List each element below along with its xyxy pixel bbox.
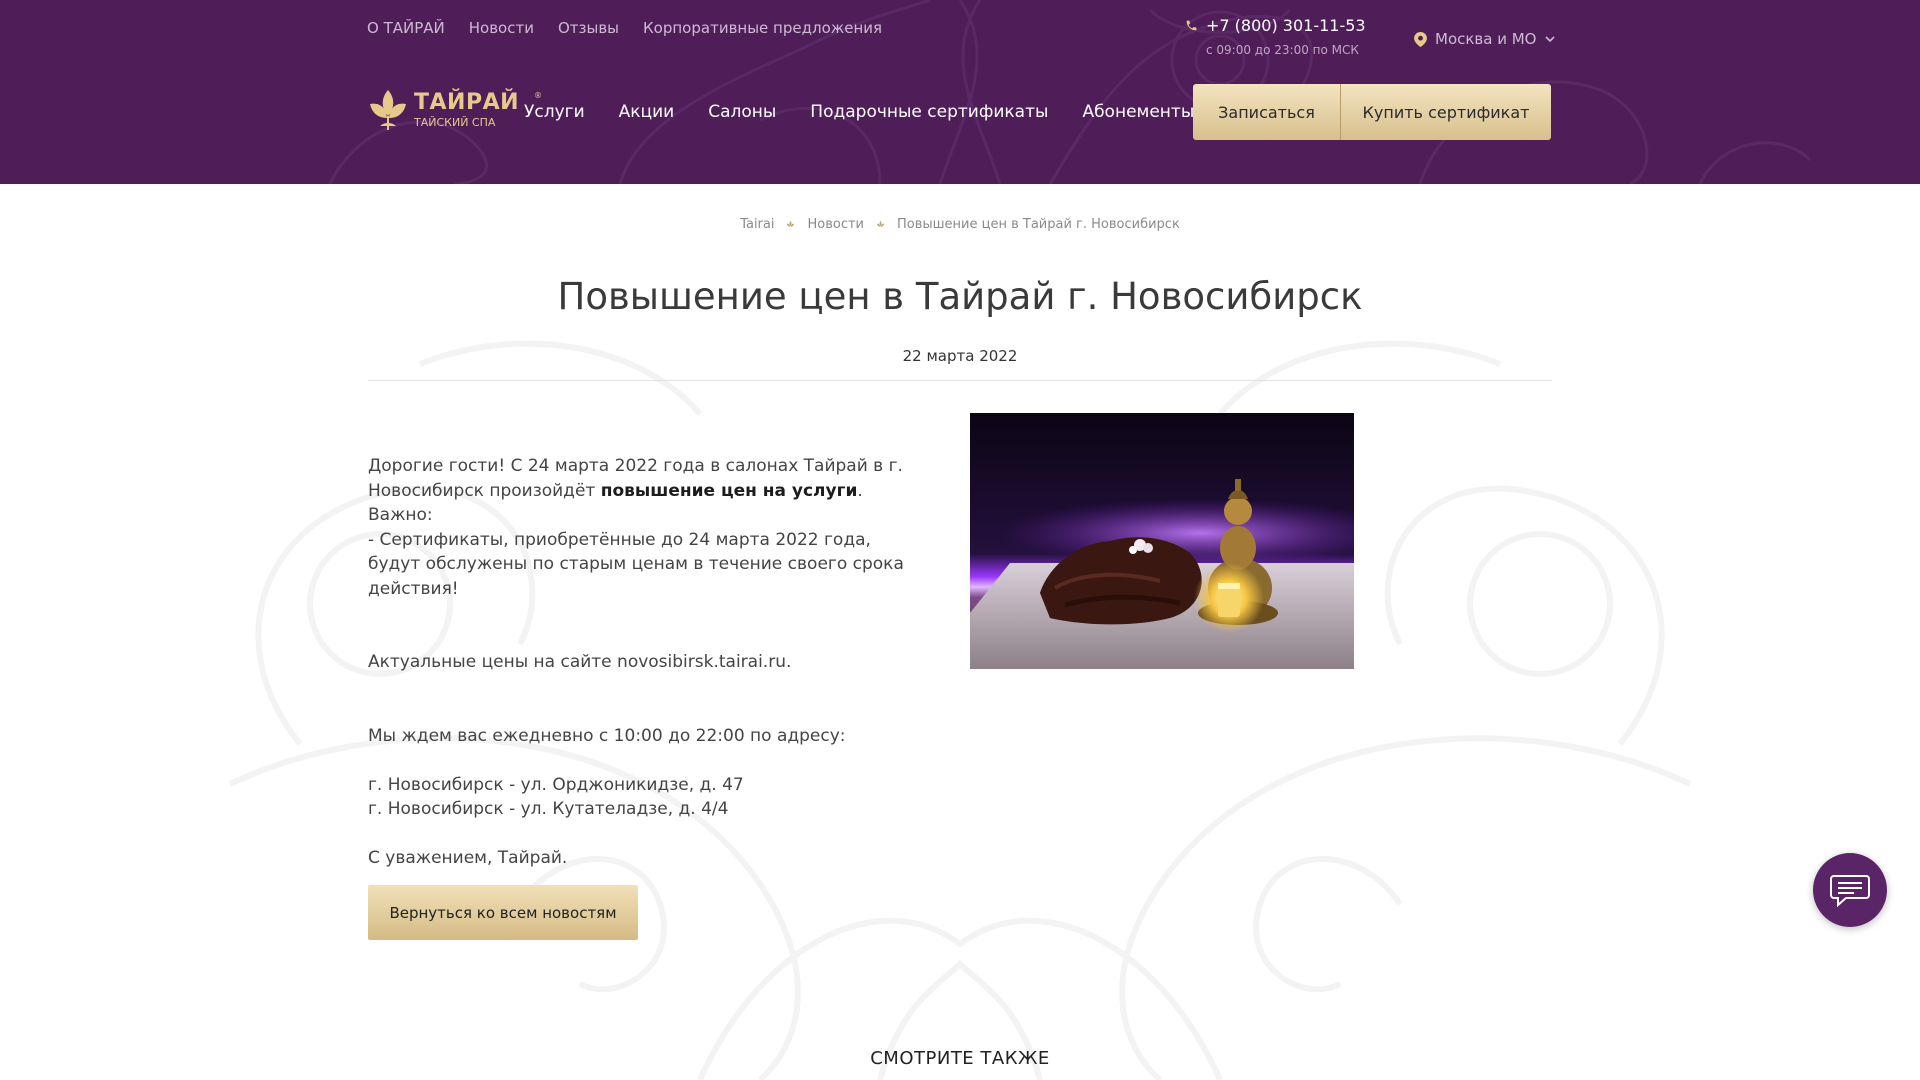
chat-button[interactable]	[1813, 853, 1887, 927]
breadcrumb-news[interactable]: Новости	[807, 217, 864, 232]
chevron-down-icon	[1544, 36, 1555, 43]
top-links: О ТАЙРАЙ Новости Отзывы Корпоративные пр…	[367, 19, 882, 37]
phone-block: +7 (800) 301-11-53 с 09:00 до 23:00 по М…	[1185, 16, 1366, 57]
location-pin-icon	[1414, 31, 1427, 47]
lotus-logo-icon	[370, 90, 406, 130]
breadcrumb-separator-icon	[876, 220, 885, 227]
working-hours: с 09:00 до 23:00 по МСК	[1206, 43, 1359, 57]
back-to-news-button[interactable]: Вернуться ко всем новостям	[368, 885, 638, 940]
article-address-1: г. Новосибирск - ул. Орджоникидзе, д. 47	[368, 774, 744, 795]
article-important: Важно:	[368, 505, 433, 525]
article-waiting: Мы ждем вас ежедневно с 10:00 до 22:00 п…	[368, 725, 846, 746]
logo-subtitle: ТАЙСКИЙ СПА	[414, 116, 496, 129]
phone-number[interactable]: +7 (800) 301-11-53	[1206, 16, 1366, 35]
breadcrumb: Tairai Новости Повышение цен в Тайрай г.…	[0, 217, 1920, 232]
top-link-reviews[interactable]: Отзывы	[558, 19, 619, 37]
top-link-news[interactable]: Новости	[469, 19, 534, 37]
region-label: Москва и МО	[1435, 30, 1537, 48]
top-link-corporate[interactable]: Корпоративные предложения	[643, 19, 882, 37]
header-ornament	[328, 0, 1812, 184]
logo[interactable]: ТАЙРАЙ ТАЙСКИЙ СПА ®	[368, 88, 542, 132]
nav-gift-certificates[interactable]: Подарочные сертификаты	[810, 102, 1048, 122]
article-regards: С уважением, Тайрай.	[368, 848, 568, 868]
book-button[interactable]: Записаться	[1193, 84, 1341, 140]
logo-name: ТАЙРАЙ	[414, 90, 520, 115]
intro-suffix: .	[857, 480, 863, 501]
article-certificates: - Сертификаты, приобретённые до 24 марта…	[368, 529, 904, 599]
intro-highlight: повышение цен на услуги	[600, 480, 858, 501]
breadcrumb-home[interactable]: Tairai	[740, 217, 774, 232]
region-selector[interactable]: Москва и МО	[1414, 30, 1555, 48]
breadcrumb-current: Повышение цен в Тайрай г. Новосибирск	[897, 217, 1180, 232]
nav-services[interactable]: Услуги	[524, 102, 585, 122]
buy-certificate-button[interactable]: Купить сертификат	[1341, 84, 1551, 140]
site-header: О ТАЙРАЙ Новости Отзывы Корпоративные пр…	[0, 0, 1920, 184]
logo-text: ТАЙРАЙ ТАЙСКИЙ СПА ®	[414, 90, 542, 129]
publish-date: 22 марта 2022	[902, 347, 1018, 365]
nav-salons[interactable]: Салоны	[708, 102, 776, 122]
see-also-heading: СМОТРИТЕ ТАКЖЕ	[870, 1048, 1050, 1069]
header-cta-group: Записаться Купить сертификат	[1193, 84, 1551, 140]
article-prices: Актуальные цены на сайте novosibirsk.tai…	[368, 652, 792, 672]
background-ornament	[228, 340, 1692, 1080]
nav-promotions[interactable]: Акции	[619, 102, 675, 122]
article-address-2: г. Новосибирск - ул. Кутателадзе, д. 4/4	[368, 799, 729, 819]
nav-subscriptions[interactable]: Абонементы	[1082, 102, 1194, 122]
main-nav: Услуги Акции Салоны Подарочные сертифика…	[524, 102, 1194, 122]
chat-icon	[1830, 875, 1870, 907]
top-link-about[interactable]: О ТАЙРАЙ	[367, 19, 445, 37]
news-photo	[970, 413, 1354, 669]
article-body: Дорогие гости! С 24 марта 2022 года в са…	[368, 454, 928, 871]
page: О ТАЙРАЙ Новости Отзывы Корпоративные пр…	[0, 0, 1920, 1080]
divider	[368, 380, 1552, 381]
page-title: Повышение цен в Тайрай г. Новосибирск	[557, 275, 1363, 318]
breadcrumb-separator-icon	[787, 220, 795, 227]
phone-icon	[1186, 20, 1197, 31]
article-intro: Дорогие гости! С 24 марта 2022 года в са…	[368, 454, 928, 503]
registered-mark: ®	[534, 91, 542, 100]
